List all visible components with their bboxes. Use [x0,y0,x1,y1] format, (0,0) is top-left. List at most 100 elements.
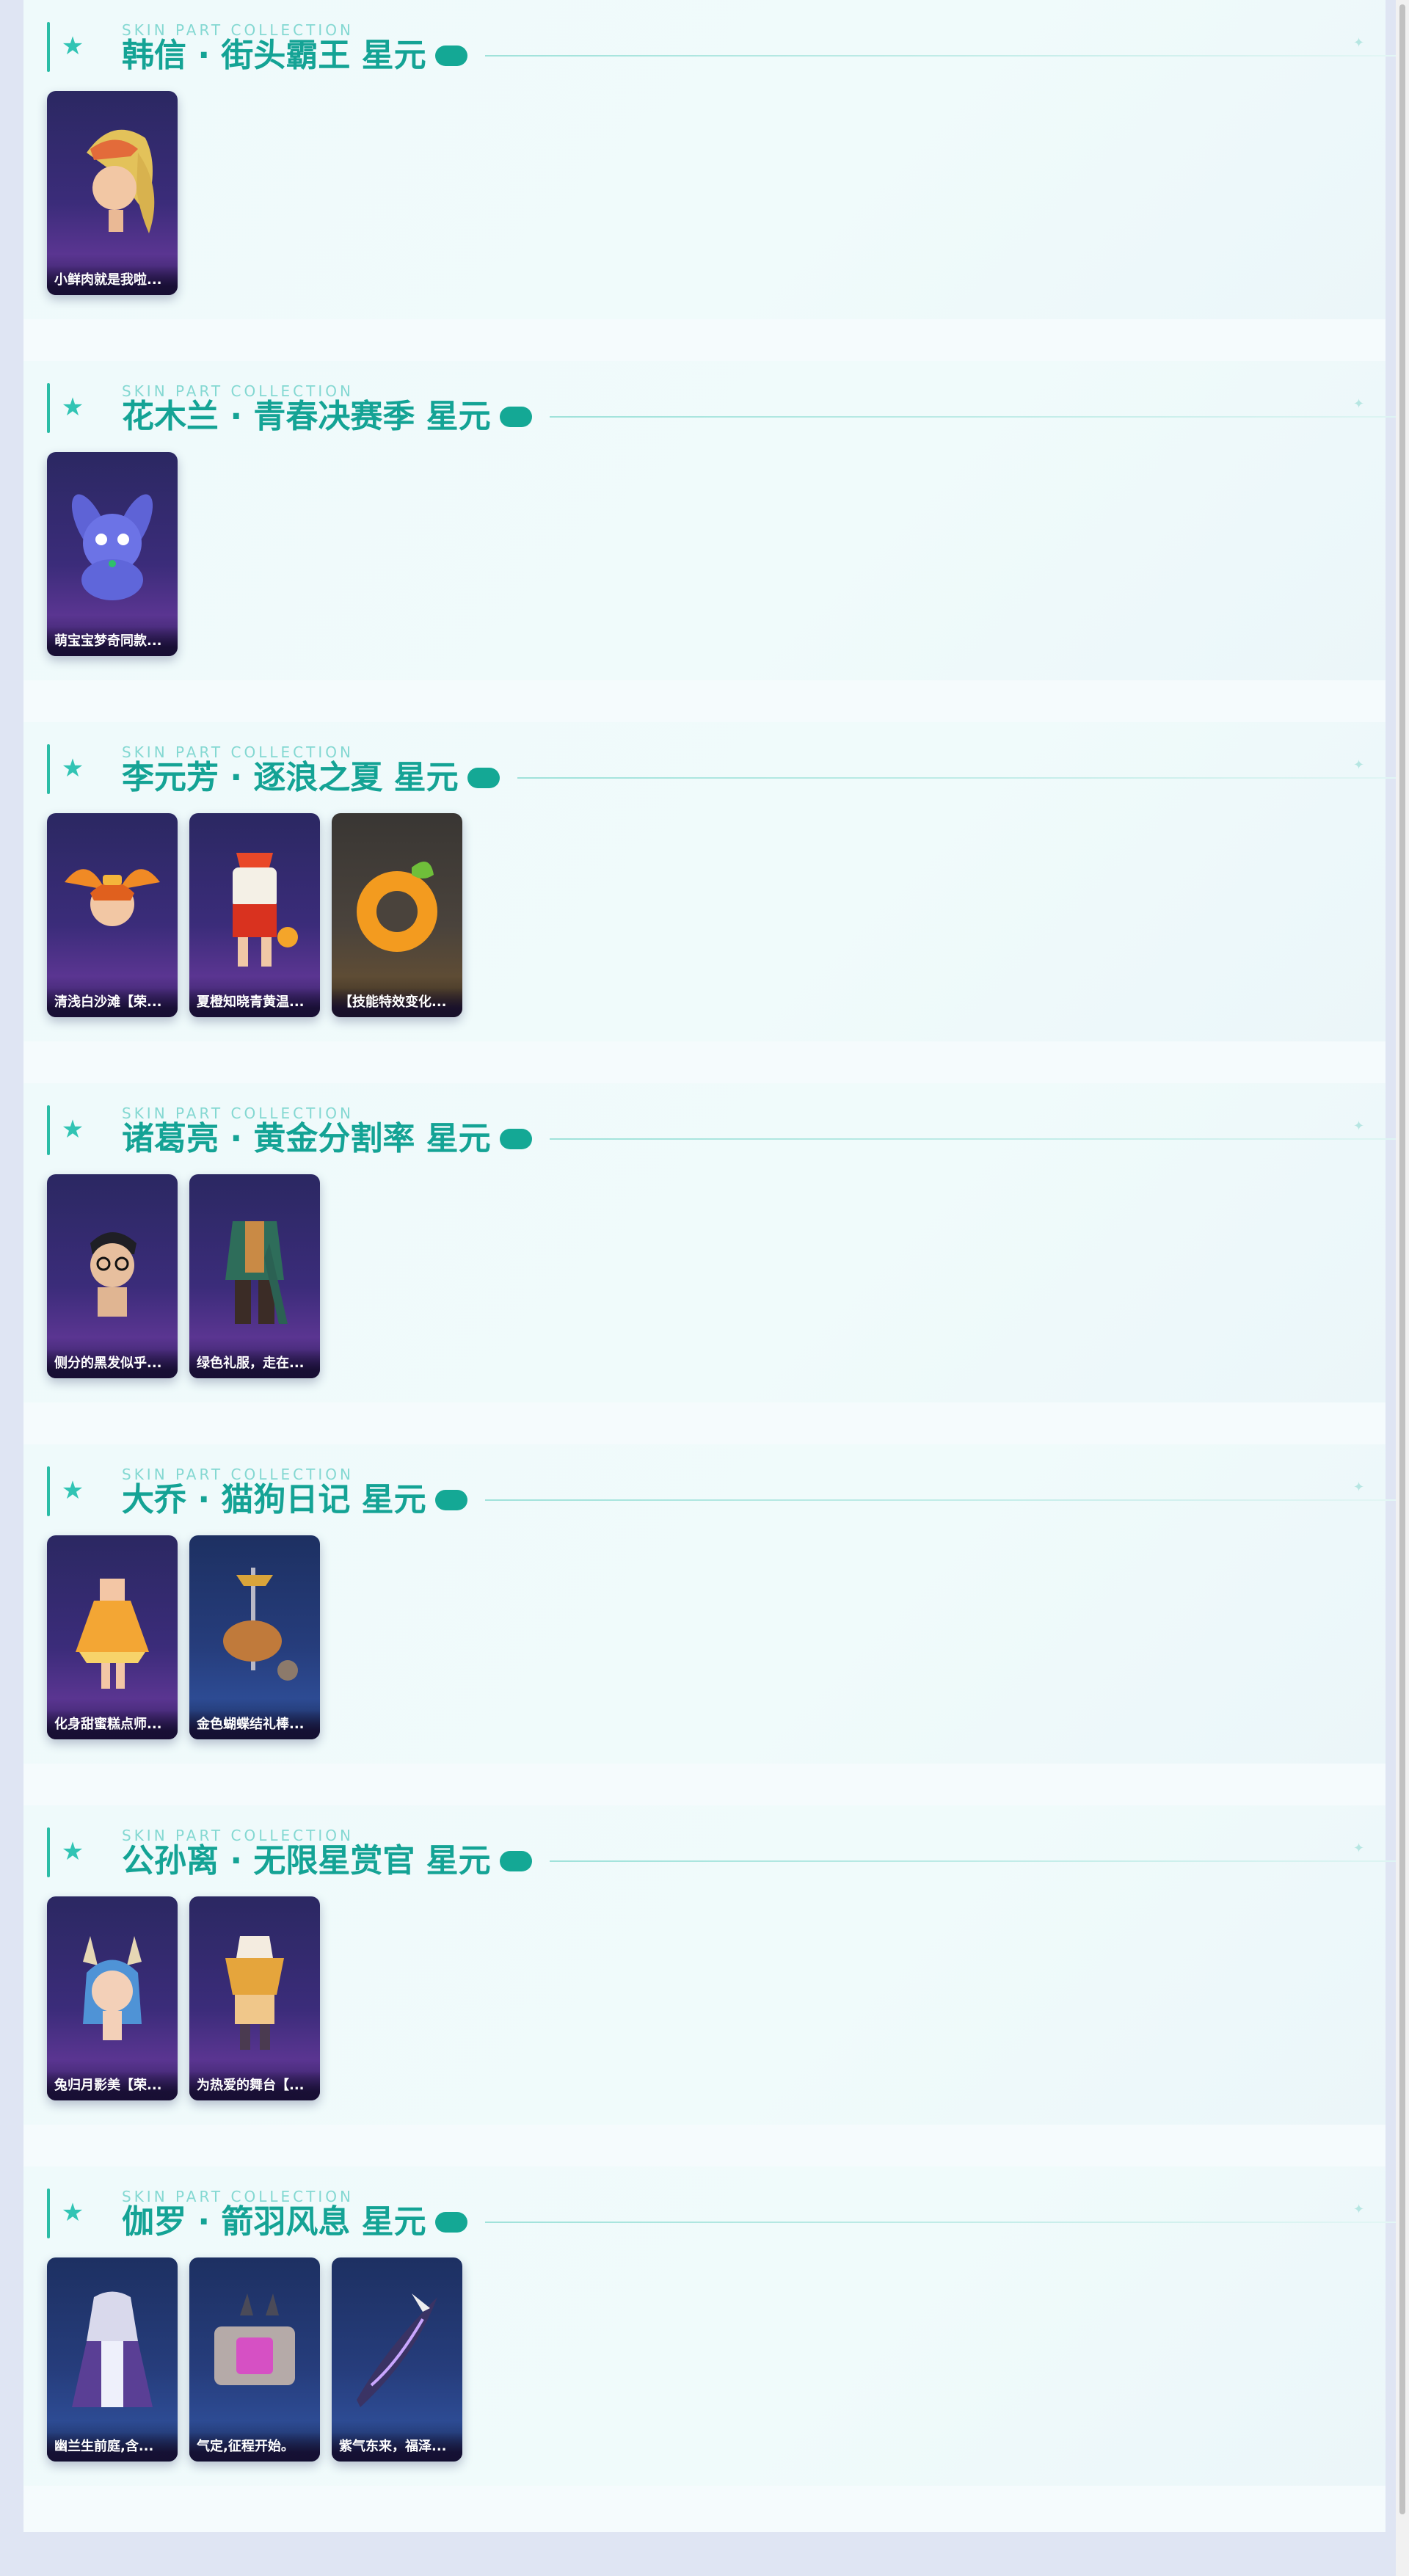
sparkle-icon: ✦ [1353,757,1365,773]
section-header: ★ SKIN PART COLLECTION 公孙离 · 无限星赏官 星元 ✦ [47,1827,1409,1880]
skin-part-card[interactable]: 化身甜蜜糕点师... [47,1535,178,1739]
skin-part-label: 化身甜蜜糕点师... [47,1710,178,1739]
skin-section: ★ SKIN PART COLLECTION 花木兰 · 青春决赛季 星元 ✦ … [23,361,1409,680]
title-divider [484,55,1402,57]
title-row: 伽罗 · 箭羽风息 星元 [122,2202,1402,2243]
skin-section: ★ SKIN PART COLLECTION 李元芳 · 逐浪之夏 星元 ✦ 清… [23,722,1409,1041]
star-icon: ★ [61,754,84,783]
skin-part-label: 【技能特效变化... [332,988,462,1017]
skin-part-label: 夏橙知晓青黄温... [189,988,320,1017]
title-row: 李元芳 · 逐浪之夏 星元 [122,757,1409,798]
skin-part-card[interactable]: 为热爱的舞台【... [189,1896,320,2100]
star-icon: ★ [61,2198,84,2227]
section-title: 伽罗 · 箭羽风息 星元 [122,2203,426,2241]
title-divider [549,1860,1409,1862]
skin-part-label: 气定,征程开始。 [189,2432,320,2462]
skin-section: ★ SKIN PART COLLECTION 伽罗 · 箭羽风息 星元 ✦ 幽兰… [23,2166,1402,2486]
section-title: 大乔 · 猫狗日记 星元 [122,1481,426,1518]
accent-bar [47,1827,50,1877]
sparkle-icon: ✦ [1353,1480,1365,1495]
star-icon: ★ [61,1476,84,1505]
sparkle-icon: ✦ [1353,2202,1365,2217]
skin-part-label: 萌宝宝梦奇同款... [47,627,178,656]
section-title: 韩信 · 街头霸王 星元 [122,37,426,74]
section-title: 诸葛亮 · 黄金分割率 星元 [122,1120,491,1157]
card-row: 化身甜蜜糕点师... 金色蝴蝶结礼棒... [47,1535,320,1739]
title-row: 大乔 · 猫狗日记 星元 [122,1480,1402,1521]
sparkle-icon: ✦ [1353,35,1365,51]
star-icon: ★ [61,1115,84,1144]
section-header: ★ SKIN PART COLLECTION 李元芳 · 逐浪之夏 星元 ✦ [47,744,1409,797]
skin-part-label: 小鲜肉就是我啦... [47,266,178,295]
section-header: ★ SKIN PART COLLECTION 韩信 · 街头霸王 星元 ✦ [47,22,1402,75]
skin-part-label: 绿色礼服，走在... [189,1349,320,1378]
section-header: ★ SKIN PART COLLECTION 伽罗 · 箭羽风息 星元 ✦ [47,2188,1402,2241]
title-row: 韩信 · 街头霸王 星元 [122,35,1402,76]
page-scrollbar[interactable] [1396,0,1409,2576]
skin-part-card[interactable]: 【技能特效变化... [332,813,462,1017]
star-icon: ★ [61,32,84,61]
star-icon: ★ [61,393,84,422]
title-row: 花木兰 · 青春决赛季 星元 [122,396,1409,437]
card-row: 幽兰生前庭,含... 气定,征程开始。 紫气东来，福泽... [47,2257,462,2462]
skin-part-card[interactable]: 清浅白沙滩【荣... [47,813,178,1017]
skin-part-card[interactable]: 小鲜肉就是我啦... [47,91,178,295]
title-divider [549,1138,1409,1140]
accent-bar [47,22,50,72]
accent-bar [47,2188,50,2238]
skin-part-card[interactable]: 绿色礼服，走在... [189,1174,320,1378]
skin-section: ★ SKIN PART COLLECTION 诸葛亮 · 黄金分割率 星元 ✦ … [23,1083,1409,1402]
title-badge [434,2212,467,2233]
skin-section: ★ SKIN PART COLLECTION 大乔 · 猫狗日记 星元 ✦ 化身… [23,1444,1402,1764]
skin-part-card[interactable]: 萌宝宝梦奇同款... [47,452,178,656]
section-title: 公孙离 · 无限星赏官 星元 [122,1842,491,1880]
skin-part-label: 清浅白沙滩【荣... [47,988,178,1017]
skin-part-card[interactable]: 侧分的黑发似乎... [47,1174,178,1378]
skin-part-card[interactable]: 幽兰生前庭,含... [47,2257,178,2462]
sparkle-icon: ✦ [1353,1841,1365,1856]
title-row: 公孙离 · 无限星赏官 星元 [122,1841,1409,1882]
section-header: ★ SKIN PART COLLECTION 大乔 · 猫狗日记 星元 ✦ [47,1466,1402,1519]
skin-section: ★ SKIN PART COLLECTION 韩信 · 街头霸王 星元 ✦ 小鲜… [23,0,1402,319]
section-header: ★ SKIN PART COLLECTION 诸葛亮 · 黄金分割率 星元 ✦ [47,1105,1409,1158]
skin-part-card[interactable]: 气定,征程开始。 [189,2257,320,2462]
title-divider [549,416,1409,418]
section-title: 花木兰 · 青春决赛季 星元 [122,398,491,435]
accent-bar [47,383,50,433]
card-row: 清浅白沙滩【荣... 夏橙知晓青黄温... 【技能特效变化... [47,813,462,1017]
skin-part-label: 紫气东来，福泽... [332,2432,462,2462]
skin-part-label: 金色蝴蝶结礼棒... [189,1710,320,1739]
sparkle-icon: ✦ [1353,1118,1365,1134]
skin-part-label: 兔归月影美【荣... [47,2071,178,2100]
section-header: ★ SKIN PART COLLECTION 花木兰 · 青春决赛季 星元 ✦ [47,383,1409,436]
skin-part-label: 侧分的黑发似乎... [47,1349,178,1378]
title-divider [484,2222,1402,2223]
card-row: 萌宝宝梦奇同款... [47,452,178,656]
sparkle-icon: ✦ [1353,396,1365,412]
accent-bar [47,1105,50,1155]
card-row: 侧分的黑发似乎... 绿色礼服，走在... [47,1174,320,1378]
skin-part-card[interactable]: 兔归月影美【荣... [47,1896,178,2100]
title-divider [517,777,1409,779]
skin-part-label: 为热爱的舞台【... [189,2071,320,2100]
accent-bar [47,744,50,794]
skin-part-card[interactable]: 金色蝴蝶结礼棒... [189,1535,320,1739]
title-badge [467,768,500,788]
title-badge [499,1129,532,1149]
skin-part-label: 幽兰生前庭,含... [47,2432,178,2462]
title-badge [499,1851,532,1871]
title-badge [499,407,532,427]
title-badge [434,1490,467,1510]
skin-section: ★ SKIN PART COLLECTION 公孙离 · 无限星赏官 星元 ✦ … [23,1805,1409,2125]
skin-part-card[interactable]: 紫气东来，福泽... [332,2257,462,2462]
title-divider [484,1499,1402,1501]
title-row: 诸葛亮 · 黄金分割率 星元 [122,1118,1409,1160]
scrollbar-thumb[interactable] [1399,4,1405,2514]
skin-part-card[interactable]: 夏橙知晓青黄温... [189,813,320,1017]
title-badge [434,46,467,66]
section-title: 李元芳 · 逐浪之夏 星元 [122,759,459,796]
card-row: 小鲜肉就是我啦... [47,91,178,295]
card-row: 兔归月影美【荣... 为热爱的舞台【... [47,1896,320,2100]
accent-bar [47,1466,50,1516]
star-icon: ★ [61,1837,84,1866]
